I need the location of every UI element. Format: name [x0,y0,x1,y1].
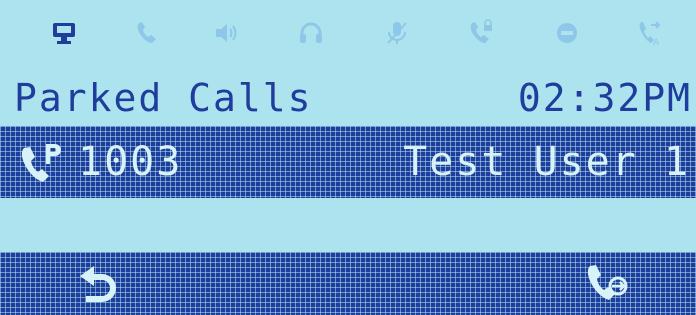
parked-call-name: Test User 1 [403,139,690,185]
mute-icon [383,19,411,47]
header: Parked Calls 02:32PM [0,72,696,124]
handset-icon [133,19,161,47]
dnd-icon [553,19,581,47]
parked-call-icon [18,140,74,188]
network-icon [50,19,78,47]
parked-call-row[interactable]: 1003 Test User 1 [0,126,696,198]
svg-text:A: A [653,38,660,47]
status-bar: A [0,0,696,62]
back-arrow-icon[interactable] [72,260,124,308]
auto-answer-icon: A [637,19,665,47]
headset-icon [297,19,325,47]
call-lock-icon [467,19,495,47]
clock: 02:32PM [517,76,692,120]
pickup-call-icon[interactable] [582,260,634,308]
page-title: Parked Calls [14,76,313,120]
speaker-icon [213,19,241,47]
lcd-screen: A Parked Calls 02:32PM 1003 Test User 1 [0,0,696,315]
parked-call-number: 1003 [78,139,183,185]
